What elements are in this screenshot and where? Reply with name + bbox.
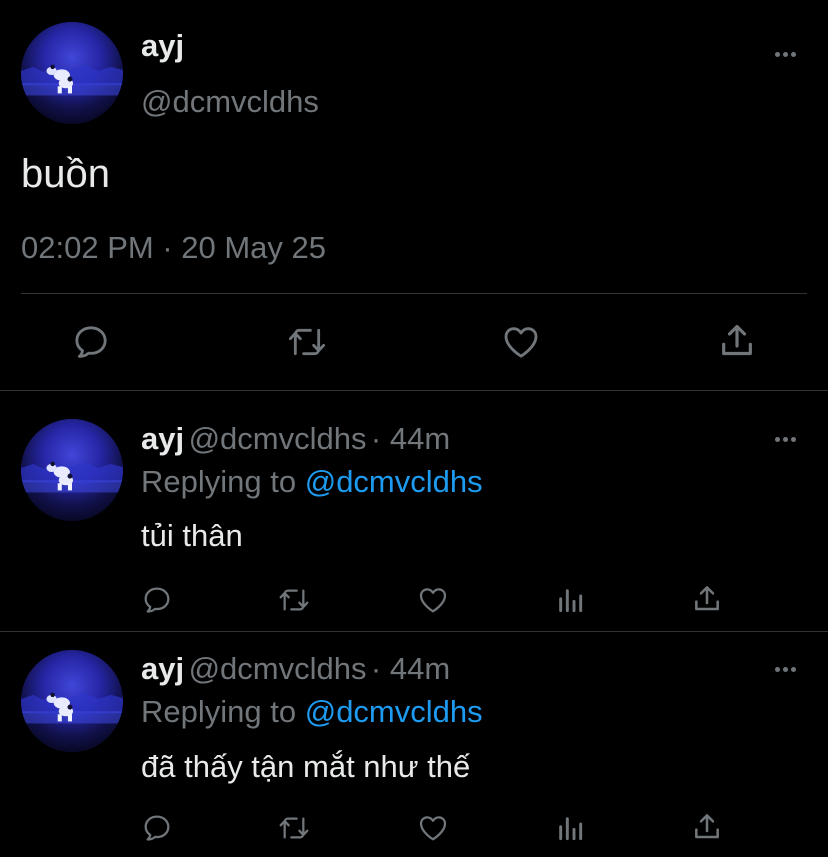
replying-to-link[interactable]: @dcmvcldhs bbox=[305, 694, 483, 729]
author-name[interactable]: ayj bbox=[141, 421, 184, 456]
more-options-icon[interactable] bbox=[775, 667, 796, 672]
avatar[interactable] bbox=[21, 22, 123, 124]
retweet-icon[interactable] bbox=[277, 812, 311, 844]
reply-icon[interactable] bbox=[141, 812, 173, 844]
avatar-image bbox=[21, 22, 123, 124]
avatar[interactable] bbox=[21, 650, 123, 752]
tweet-text: buồn bbox=[21, 152, 110, 196]
like-icon[interactable] bbox=[417, 584, 449, 616]
replying-to-label: Replying to bbox=[141, 464, 297, 499]
avatar-image bbox=[21, 419, 123, 521]
replying-to: Replying to @dcmvcldhs bbox=[141, 464, 483, 500]
reply-text: tủi thân bbox=[141, 518, 243, 553]
author-name[interactable]: ayj bbox=[141, 28, 184, 64]
author-handle[interactable]: @dcmvcldhs bbox=[189, 421, 367, 456]
divider bbox=[0, 390, 828, 391]
replying-to: Replying to @dcmvcldhs bbox=[141, 694, 483, 730]
share-icon[interactable] bbox=[691, 583, 723, 615]
divider bbox=[21, 293, 807, 294]
avatar-image bbox=[21, 650, 123, 752]
author-name[interactable]: ayj bbox=[141, 651, 184, 686]
share-icon[interactable] bbox=[691, 811, 723, 843]
share-icon[interactable] bbox=[717, 321, 757, 361]
replying-to-label: Replying to bbox=[141, 694, 297, 729]
reply-icon[interactable] bbox=[141, 584, 173, 616]
author-handle[interactable]: @dcmvcldhs bbox=[141, 84, 319, 120]
author-handle[interactable]: @dcmvcldhs bbox=[189, 651, 367, 686]
reply-header: ayj @dcmvcldhs · 44m bbox=[141, 651, 450, 687]
retweet-icon[interactable] bbox=[286, 322, 328, 362]
avatar[interactable] bbox=[21, 419, 123, 521]
more-options-icon[interactable] bbox=[775, 437, 796, 442]
reply-header: ayj @dcmvcldhs · 44m bbox=[141, 421, 450, 457]
like-icon[interactable] bbox=[417, 812, 449, 844]
more-options-icon[interactable] bbox=[775, 52, 796, 57]
like-icon[interactable] bbox=[501, 322, 541, 362]
relative-time: · 44m bbox=[370, 651, 451, 686]
analytics-icon[interactable] bbox=[554, 812, 586, 844]
reply-icon[interactable] bbox=[71, 322, 111, 362]
analytics-icon[interactable] bbox=[554, 584, 586, 616]
reply-text: đã thấy tận mắt như thế bbox=[141, 749, 471, 784]
replying-to-link[interactable]: @dcmvcldhs bbox=[305, 464, 483, 499]
tweet-timestamp: 02:02 PM · 20 May 25 bbox=[21, 230, 326, 265]
relative-time: · 44m bbox=[370, 421, 451, 456]
divider bbox=[0, 631, 828, 632]
retweet-icon[interactable] bbox=[277, 584, 311, 616]
